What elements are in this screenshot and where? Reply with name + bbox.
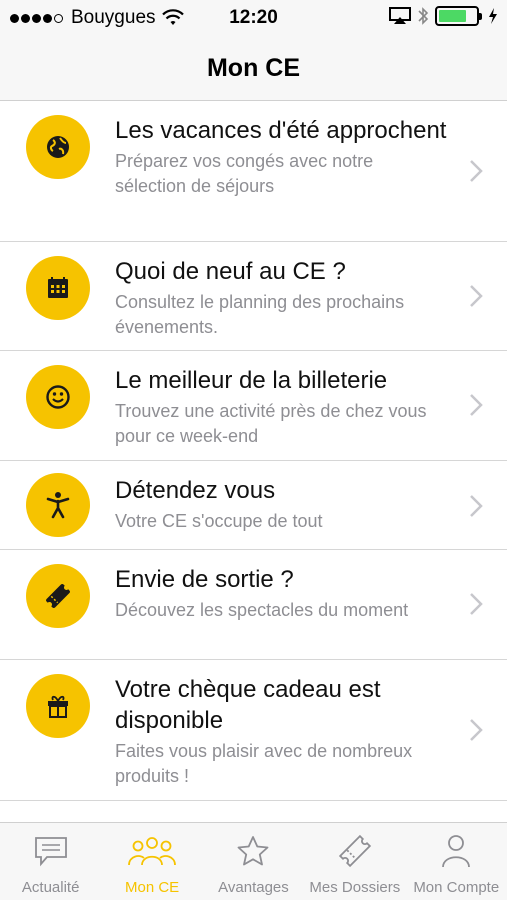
airplay-icon — [389, 7, 411, 24]
person-relax-icon-badge — [26, 473, 90, 537]
list-item-cheque-cadeau[interactable]: Votre chèque cadeau est disponible Faite… — [0, 660, 507, 801]
list-item-detendez[interactable]: Détendez vous Votre CE s'occupe de tout — [0, 461, 507, 550]
page-title: Mon CE — [206, 53, 301, 82]
list-item-text: Envie de sortie ? Découvez les spectacle… — [115, 564, 447, 623]
list-item-text: Le meilleur de la billeterie Trouvez une… — [115, 365, 447, 449]
list-item-billeterie[interactable]: Le meilleur de la billeterie Trouvez une… — [0, 351, 507, 461]
list-item-vacances[interactable]: Les vacances d'été approchent Préparez v… — [0, 101, 507, 242]
tab-actualite[interactable]: Actualité — [0, 823, 101, 900]
chevron-right-icon — [470, 285, 483, 307]
gift-icon-badge — [26, 674, 90, 738]
tab-mes-dossiers[interactable]: Mes Dossiers — [304, 823, 405, 900]
user-icon — [430, 833, 482, 869]
list-item-quoi-de-neuf[interactable]: Quoi de neuf au CE ? Consultez le planni… — [0, 242, 507, 351]
ticket-icon — [329, 833, 381, 869]
list-item-subtitle: Découvez les spectacles du moment — [115, 600, 409, 620]
list-item-title: Les vacances d'été approchent — [115, 117, 447, 144]
tab-label: Mon Compte — [413, 879, 500, 896]
list-item-title: Quoi de neuf au CE ? — [115, 258, 346, 285]
list-item-title: Envie de sortie ? — [115, 566, 294, 593]
charging-icon — [489, 8, 497, 24]
list-item-sortie[interactable]: Envie de sortie ? Découvez les spectacle… — [0, 550, 507, 660]
ticket-icon — [46, 584, 70, 608]
list-item-text: Détendez vous Votre CE s'occupe de tout — [115, 475, 447, 534]
tab-label: Mon CE — [124, 879, 180, 896]
chevron-right-icon — [470, 160, 483, 182]
list-item-subtitle: Trouvez une activité près de chez vous p… — [115, 401, 427, 446]
calendar-icon — [48, 277, 68, 298]
chat-icon — [25, 833, 77, 869]
list-item-title: Votre chèque cadeau est disponible — [115, 676, 381, 734]
bluetooth-icon — [418, 7, 429, 25]
list-item-title: Détendez vous — [115, 477, 276, 504]
globe-icon — [47, 136, 69, 158]
tab-label: Avantages — [218, 879, 289, 896]
feed-list: Les vacances d'été approchent Préparez v… — [0, 101, 507, 801]
smiley-icon — [46, 385, 70, 409]
globe-icon-badge — [26, 115, 90, 179]
list-item-text: Votre chèque cadeau est disponible Faite… — [115, 674, 447, 789]
list-item-subtitle: Votre CE s'occupe de tout — [115, 511, 323, 531]
navigation-bar: Mon CE — [0, 36, 507, 101]
calendar-icon-badge — [26, 256, 90, 320]
chevron-right-icon — [470, 394, 483, 416]
chevron-right-icon — [470, 495, 483, 517]
chevron-right-icon — [470, 593, 483, 615]
status-bar: Bouygues 12:20 — [0, 0, 507, 36]
status-right — [389, 6, 499, 26]
ticket-icon-badge — [26, 564, 90, 628]
group-icon — [126, 833, 178, 869]
star-icon — [227, 833, 279, 869]
tab-mon-compte[interactable]: Mon Compte — [406, 823, 507, 900]
smiley-icon-badge — [26, 365, 90, 429]
list-item-subtitle: Consultez le planning des prochains éven… — [115, 292, 405, 337]
person-relax-icon — [46, 492, 70, 519]
chevron-right-icon — [470, 719, 483, 741]
battery-icon — [435, 6, 482, 26]
tab-label: Mes Dossiers — [309, 879, 401, 896]
list-item-text: Les vacances d'été approchent Préparez v… — [115, 115, 447, 199]
list-item-text: Quoi de neuf au CE ? Consultez le planni… — [115, 256, 447, 340]
list-item-subtitle: Faites vous plaisir avec de nombreux pro… — [115, 741, 413, 786]
tab-label: Actualité — [21, 879, 80, 896]
tab-mon-ce[interactable]: Mon CE — [101, 823, 202, 900]
tab-bar: Actualité Mon CE Avantages Mes Dossiers … — [0, 822, 507, 900]
list-item-title: Le meilleur de la billeterie — [115, 367, 388, 394]
gift-icon — [48, 695, 68, 718]
tab-avantages[interactable]: Avantages — [203, 823, 304, 900]
battery-level — [439, 10, 466, 22]
list-item-subtitle: Préparez vos congés avec notre sélection… — [115, 151, 374, 196]
